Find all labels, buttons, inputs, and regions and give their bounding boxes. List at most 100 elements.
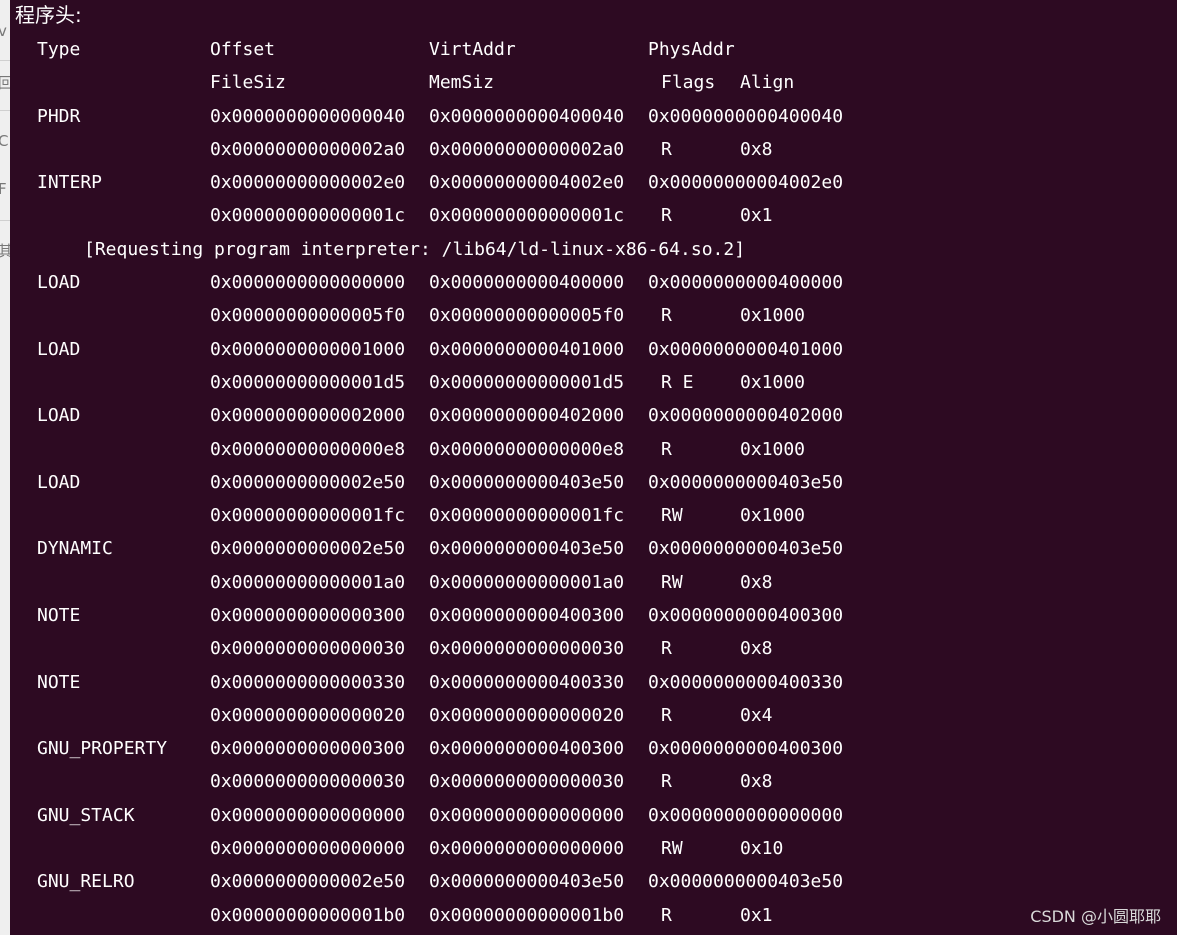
segment-virtaddr: 0x0000000000401000	[429, 339, 625, 360]
segment-offset: 0x0000000000000330	[210, 672, 406, 693]
segment-filesiz: 0x0000000000000030	[210, 771, 406, 792]
column-header-offset: Offset	[210, 39, 276, 60]
segment-flags: R	[661, 638, 672, 659]
segment-flags: R	[661, 439, 672, 460]
segment-memsiz: 0x00000000000005f0	[429, 305, 625, 326]
segment-physaddr: 0x0000000000400300	[648, 605, 844, 626]
segment-physaddr: 0x0000000000403e50	[648, 871, 844, 892]
segment-align: 0x8	[740, 771, 773, 792]
segment-offset: 0x0000000000002e50	[210, 871, 406, 892]
background-window-text: C	[0, 132, 9, 150]
segment-memsiz: 0x0000000000000020	[429, 705, 625, 726]
column-header-memsiz: MemSiz	[429, 72, 495, 93]
segment-align: 0x4	[740, 705, 773, 726]
background-window-text: 回	[0, 74, 10, 92]
segment-type: LOAD	[37, 405, 81, 426]
background-window-divider	[0, 110, 10, 111]
segment-physaddr: 0x0000000000400000	[648, 272, 844, 293]
segment-virtaddr: 0x0000000000400000	[429, 272, 625, 293]
segment-memsiz: 0x0000000000000030	[429, 638, 625, 659]
segment-physaddr: 0x0000000000403e50	[648, 472, 844, 493]
column-header-type: Type	[37, 39, 81, 60]
segment-physaddr: 0x0000000000402000	[648, 405, 844, 426]
segment-type: GNU_STACK	[37, 805, 135, 826]
column-header-flags: Flags	[661, 72, 716, 93]
segment-filesiz: 0x0000000000000020	[210, 705, 406, 726]
segment-memsiz: 0x00000000000001fc	[429, 505, 625, 526]
segment-virtaddr: 0x0000000000000000	[429, 805, 625, 826]
segment-type: GNU_RELRO	[37, 871, 135, 892]
background-window-text: 其	[0, 242, 10, 260]
segment-flags: RW	[661, 572, 683, 593]
segment-physaddr: 0x0000000000000000	[648, 805, 844, 826]
watermark: CSDN @小圆耶耶	[1030, 907, 1161, 926]
segment-align: 0x1000	[740, 505, 806, 526]
segment-filesiz: 0x0000000000000000	[210, 838, 406, 859]
section-heading: 程序头:	[15, 3, 82, 27]
segment-align: 0x8	[740, 638, 773, 659]
segment-virtaddr: 0x0000000000400300	[429, 605, 625, 626]
segment-align: 0x1000	[740, 305, 806, 326]
segment-filesiz: 0x00000000000005f0	[210, 305, 406, 326]
segment-flags: R	[661, 705, 672, 726]
terminal-output[interactable]: 程序头: Type Offset VirtAddr PhysAddr FileS…	[10, 0, 1177, 935]
segment-memsiz: 0x000000000000001c	[429, 205, 625, 226]
segment-memsiz: 0x0000000000000000	[429, 838, 625, 859]
segment-align: 0x1000	[740, 372, 806, 393]
segment-filesiz: 0x00000000000001a0	[210, 572, 406, 593]
segment-offset: 0x00000000000002e0	[210, 172, 406, 193]
background-window-strip: v 回 C F 其	[0, 0, 10, 935]
interpreter-note: [Requesting program interpreter: /lib64/…	[84, 239, 746, 260]
segment-align: 0x10	[740, 838, 784, 859]
background-window-divider	[0, 60, 10, 61]
segment-type: NOTE	[37, 605, 81, 626]
segment-type: GNU_PROPERTY	[37, 738, 168, 759]
segment-filesiz: 0x000000000000001c	[210, 205, 406, 226]
segment-physaddr: 0x0000000000401000	[648, 339, 844, 360]
segment-align: 0x8	[740, 572, 773, 593]
segment-offset: 0x0000000000001000	[210, 339, 406, 360]
segment-virtaddr: 0x0000000000400330	[429, 672, 625, 693]
segment-filesiz: 0x00000000000001b0	[210, 905, 406, 926]
segment-offset: 0x0000000000002e50	[210, 472, 406, 493]
segment-flags: R	[661, 139, 672, 160]
segment-type: DYNAMIC	[37, 538, 113, 559]
segment-align: 0x1	[740, 205, 773, 226]
background-window-text: v	[0, 22, 7, 40]
segment-memsiz: 0x00000000000001a0	[429, 572, 625, 593]
segment-offset: 0x0000000000000040	[210, 106, 406, 127]
segment-flags: RW	[661, 838, 683, 859]
segment-physaddr: 0x0000000000400300	[648, 738, 844, 759]
segment-physaddr: 0x0000000000403e50	[648, 538, 844, 559]
segment-flags: R E	[661, 372, 694, 393]
segment-filesiz: 0x0000000000000030	[210, 638, 406, 659]
column-header-physaddr: PhysAddr	[648, 39, 735, 60]
column-header-virtaddr: VirtAddr	[429, 39, 516, 60]
column-header-filesiz: FileSiz	[210, 72, 286, 93]
header-row-1: Type Offset VirtAddr PhysAddr	[10, 33, 735, 66]
background-window-divider	[0, 220, 10, 221]
segment-physaddr: 0x00000000004002e0	[648, 172, 844, 193]
segment-offset: 0x0000000000002000	[210, 405, 406, 426]
segment-type: NOTE	[37, 672, 81, 693]
segment-filesiz: 0x00000000000001d5	[210, 372, 406, 393]
segment-memsiz: 0x00000000000002a0	[429, 139, 625, 160]
segment-flags: R	[661, 905, 672, 926]
segment-type: LOAD	[37, 339, 81, 360]
segment-physaddr: 0x0000000000400040	[648, 106, 844, 127]
column-header-align: Align	[740, 72, 795, 93]
segment-offset: 0x0000000000000300	[210, 605, 406, 626]
segment-flags: R	[661, 205, 672, 226]
segment-filesiz: 0x00000000000000e8	[210, 439, 406, 460]
header-row-2: FileSiz MemSiz Flags Align	[10, 66, 794, 99]
segment-virtaddr: 0x0000000000400300	[429, 738, 625, 759]
segment-flags: R	[661, 305, 672, 326]
background-window-text: F	[0, 180, 7, 198]
segment-align: 0x1000	[740, 439, 806, 460]
segment-align: 0x1	[740, 905, 773, 926]
segment-flags: R	[661, 771, 672, 792]
segment-virtaddr: 0x0000000000403e50	[429, 538, 625, 559]
segment-offset: 0x0000000000002e50	[210, 538, 406, 559]
segment-align: 0x8	[740, 139, 773, 160]
segment-type: LOAD	[37, 272, 81, 293]
